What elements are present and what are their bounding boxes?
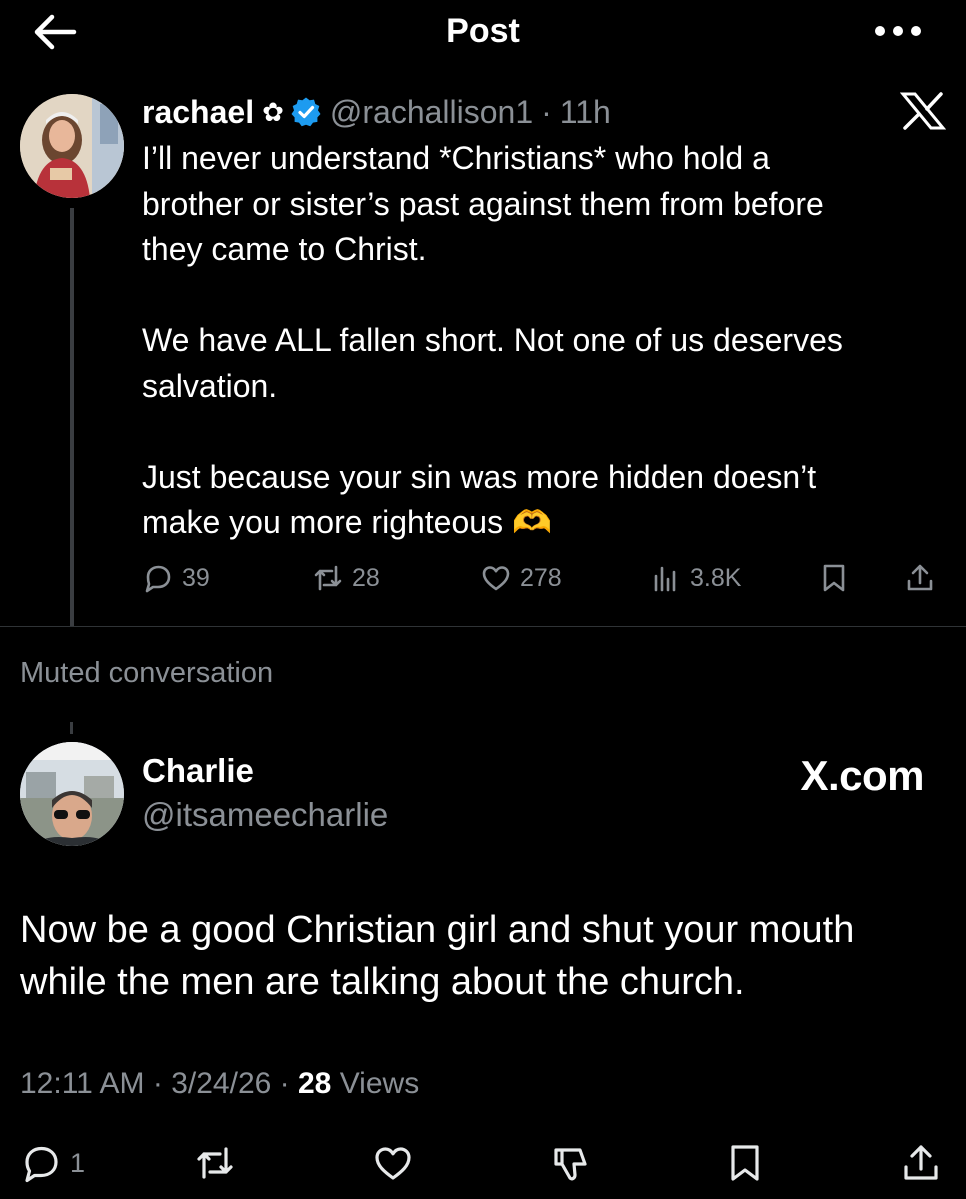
time: 12:11 AM [20, 1067, 145, 1100]
views-count[interactable]: 28 [298, 1067, 331, 1100]
views-count: 3.8K [690, 563, 742, 592]
tweet1-text: I’ll never understand *Christians* who h… [142, 136, 942, 546]
dislike-button[interactable] [550, 1140, 592, 1186]
text-line: they came to Christ. [142, 231, 427, 267]
views-button[interactable]: 3.8K [650, 558, 741, 598]
separator: · [279, 1067, 290, 1100]
tweet2-text: Now be a good Christian girl and shut yo… [20, 904, 950, 1008]
bookmark-button[interactable] [818, 558, 858, 598]
text-line: salvation. [142, 367, 278, 404]
divider [0, 626, 966, 627]
views-icon [654, 566, 676, 592]
tweet1-actions: 39 28 278 3.8K [142, 558, 942, 598]
views-label: Views [339, 1067, 420, 1100]
verified-badge-icon [290, 96, 322, 128]
text-line: We have ALL fallen short. Not one of us … [142, 322, 843, 358]
timestamp[interactable]: 11h [560, 94, 611, 131]
repost-icon [197, 1147, 233, 1179]
tweet2-actions: 1 [0, 1140, 966, 1186]
share-button[interactable] [904, 558, 944, 598]
text-line: I’ll never understand *Christians* who h… [142, 140, 770, 176]
text-line: brother or sister’s past against them fr… [142, 185, 824, 222]
separator: · [152, 1067, 163, 1100]
author-name[interactable]: rachael [142, 94, 254, 131]
text-line: make you more righteous 🫶 [142, 504, 552, 540]
repost-count: 28 [352, 563, 380, 592]
text-line: Just because your sin was more hidden do… [142, 458, 817, 495]
reply-button[interactable]: 39 [142, 558, 210, 598]
text-line: while the men are talking about the chur… [20, 961, 745, 1003]
thread-line [70, 208, 74, 626]
author-handle[interactable]: @itsameecharlie [142, 796, 388, 834]
brand-watermark: X.com [800, 752, 924, 799]
reply-icon [145, 565, 171, 593]
tweet1-header: rachael ✿ @rachallison1 · 11h [142, 90, 611, 134]
page-title: Post [446, 12, 520, 50]
x-logo-icon [899, 92, 947, 130]
repost-button[interactable]: 28 [312, 558, 380, 598]
text-line: Now be a good Christian girl and shut yo… [20, 909, 855, 951]
thread-line [70, 722, 73, 734]
share-icon [904, 1145, 938, 1180]
top-bar: Post [0, 0, 966, 64]
repost-icon [314, 565, 342, 591]
heart-icon [482, 566, 510, 591]
author-name[interactable]: Charlie [142, 752, 254, 790]
author-handle[interactable]: @rachallison1 [330, 94, 533, 131]
avatar[interactable] [20, 94, 124, 198]
avatar[interactable] [20, 742, 124, 846]
bookmark-button[interactable] [724, 1140, 766, 1186]
share-button[interactable] [900, 1140, 942, 1186]
share-icon [907, 564, 933, 591]
separator: · [541, 93, 552, 130]
reply-count: 1 [70, 1147, 86, 1178]
repost-button[interactable] [194, 1140, 236, 1186]
like-button[interactable] [372, 1140, 414, 1186]
like-count: 278 [520, 563, 562, 592]
reply-button[interactable]: 1 [20, 1140, 85, 1186]
reply-count: 39 [182, 563, 210, 592]
thumbs-down-icon [554, 1148, 587, 1181]
date: 3/24/26 [171, 1067, 272, 1100]
bookmark-icon [823, 564, 845, 592]
flower-icon: ✿ [262, 96, 284, 127]
more-options-icon[interactable] [874, 22, 922, 40]
like-button[interactable]: 278 [480, 558, 562, 598]
tweet-meta: 12:11 AM · 3/24/26 · 28 Views [20, 1067, 419, 1101]
muted-conversation-label: Muted conversation [20, 657, 274, 689]
bookmark-icon [731, 1145, 759, 1181]
reply-icon [25, 1146, 58, 1183]
heart-icon [375, 1147, 411, 1180]
